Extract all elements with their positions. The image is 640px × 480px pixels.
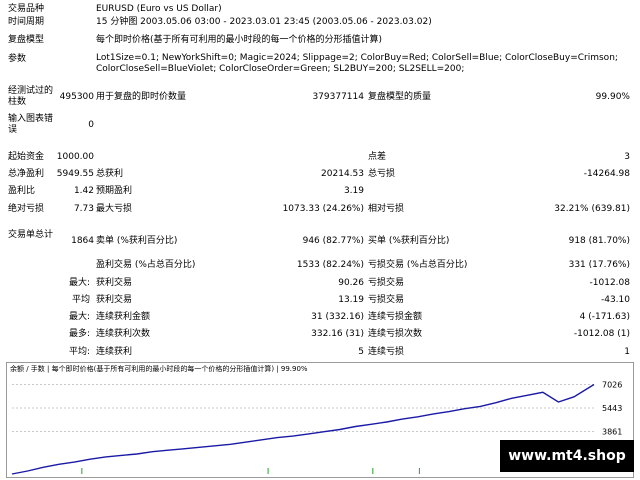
deposit-row: 起始资金 1000.00 点差 3 (0, 148, 640, 166)
profittrades-c3-value: 331 (17.76%) (568, 260, 630, 270)
deposit-label: 起始资金 (8, 152, 45, 162)
average-c3-value: -43.10 (600, 295, 630, 305)
largest-c2-value: 90.26 (338, 278, 364, 288)
maxconsamt-c3-label: 连续亏损次数 (368, 329, 423, 339)
netprofit-row: 总净盈利 5949.55 总获利 20214.53 总亏损 -14264.98 (0, 165, 640, 183)
maxcons-c2-value: 31 (332.16) (311, 312, 364, 322)
dd-label: 绝对亏损 (8, 204, 45, 214)
params-value: Lot1Size=0.1; NewYorkShift=0; Magic=2024… (96, 53, 618, 74)
period-label: 时间周期 (8, 17, 45, 27)
maxconsamt-c2-value: 332.16 (31) (311, 329, 364, 339)
average-c2-label: 获利交易 (96, 295, 133, 305)
params-row: 参数 Lot1Size=0.1; NewYorkShift=0; Magic=2… (0, 50, 640, 78)
period-row: 时间周期 15 分钟图 2003.05.06 03:00 - 2023.03.0… (0, 13, 640, 31)
deposit-value: 1000.00 (56, 152, 94, 162)
netprofit-c3-value: -14264.98 (583, 169, 630, 179)
maxcons-c2-label: 连续获利金额 (96, 312, 151, 322)
average-row: 平均 获利交易 13.19 亏损交易 -43.10 (0, 291, 640, 309)
avgcons-c3-value: 1 (624, 347, 630, 357)
bars-value: 495300 (59, 92, 94, 102)
pf-label: 盈利比 (8, 186, 36, 196)
pf-row: 盈利比 1.42 预期盈利 3.19 (0, 182, 640, 200)
maxconsamt-label: 最多: (68, 329, 90, 339)
profittrades-c2-value: 1533 (82.24%) (296, 260, 364, 270)
y-tick-label: 5443 (602, 404, 622, 413)
trades-c2-label: 卖单 (%获利百分比) (96, 236, 178, 246)
params-label: 参数 (8, 54, 27, 64)
bars-c2-label: 用于复盘的即时价数量 (96, 92, 187, 102)
profittrades-c3-label: 亏损交易 (%占总百分比) (368, 260, 468, 270)
average-c3-label: 亏损交易 (368, 295, 405, 305)
largest-c3-label: 亏损交易 (368, 278, 405, 288)
avgcons-label: 平均: (68, 347, 90, 357)
trades-c3-label: 买单 (%获利百分比) (368, 236, 450, 246)
maxcons-label: 最大: (68, 312, 90, 322)
deposit-c3-label: 点差 (368, 152, 387, 162)
netprofit-c3-label: 总亏损 (368, 169, 396, 179)
largest-c3-value: -1012.08 (589, 278, 630, 288)
netprofit-c2-value: 20214.53 (321, 169, 364, 179)
watermark: www.mt4.shop (500, 440, 634, 472)
trades-c2-value: 946 (82.77%) (302, 236, 364, 246)
trades-value: 1864 (71, 236, 94, 246)
profittrades-c2-label: 盈利交易 (%占总百分比) (96, 260, 196, 270)
y-tick-label: 3861 (602, 428, 622, 437)
trades-row: 交易单总计 1864 卖单 (%获利百分比) 946 (82.77%) 买单 (… (0, 228, 640, 254)
largest-row: 最大: 获利交易 90.26 亏损交易 -1012.08 (0, 274, 640, 292)
maxcons-c3-value: 4 (-171.63) (579, 312, 630, 322)
y-tick-label: 7026 (602, 381, 622, 390)
pf-value: 1.42 (73, 186, 94, 196)
avgcons-c2-value: 5 (358, 347, 364, 357)
dd-value: 7.73 (73, 204, 94, 214)
netprofit-label: 总净盈利 (8, 169, 45, 179)
bars-c3-value: 99.90% (595, 92, 630, 102)
maxconsamt-c2-label: 连续获利次数 (96, 329, 151, 339)
chart-title: 余额 / 手数 | 每个即时价格(基于所有可利用的最小时段的每一个价格的分形插值… (10, 364, 308, 373)
maxcons-c3-label: 连续亏损金额 (368, 312, 423, 322)
average-c2-value: 13.19 (338, 295, 364, 305)
dd-c3-label: 相对亏损 (368, 204, 405, 214)
netprofit-c2-label: 总获利 (96, 169, 124, 179)
model-value: 每个即时价格(基于所有可利用的最小时段的每一个价格的分形插值计算) (96, 35, 383, 45)
model-label: 复盘模型 (8, 35, 45, 45)
pf-c2-value: 3.19 (343, 186, 364, 196)
dd-c2-value: 1073.33 (24.26%) (282, 204, 364, 214)
maxcons-row: 最大: 连续获利金额 31 (332.16) 连续亏损金额 4 (-171.63… (0, 308, 640, 326)
bars-row: 经测试过的柱数 495300 用于复盘的即时价数量 379377114 复盘模型… (0, 84, 640, 110)
errors-row: 输入图表错误 0 (0, 112, 640, 138)
trades-c3-value: 918 (81.70%) (568, 236, 630, 246)
bars-c2-value: 379377114 (312, 92, 364, 102)
bars-c3-label: 复盘模型的质量 (368, 92, 432, 102)
dd-row: 绝对亏损 7.73 最大亏损 1073.33 (24.26%) 相对亏损 32.… (0, 200, 640, 218)
average-label: 平均 (71, 295, 90, 305)
pf-c2-label: 预期盈利 (96, 186, 133, 196)
largest-c2-label: 获利交易 (96, 278, 133, 288)
maxconsamt-c3-value: -1012.08 (1) (573, 329, 630, 339)
avgcons-c2-label: 连续获利 (96, 347, 133, 357)
dd-c3-value: 32.21% (639.81) (554, 204, 630, 214)
dd-c2-label: 最大亏损 (96, 204, 133, 214)
avgcons-row: 平均: 连续获利 5 连续亏损 1 (0, 343, 640, 361)
netprofit-value: 5949.55 (56, 169, 94, 179)
period-value: 15 分钟图 2003.05.06 03:00 - 2023.03.01 23:… (96, 17, 432, 27)
avgcons-c3-label: 连续亏损 (368, 347, 405, 357)
errors-value: 0 (88, 120, 94, 130)
maxconsamt-row: 最多: 连续获利次数 332.16 (31) 连续亏损次数 -1012.08 (… (0, 325, 640, 343)
profittrades-row: 盈利交易 (%占总百分比) 1533 (82.24%) 亏损交易 (%占总百分比… (0, 256, 640, 274)
model-row: 复盘模型 每个即时价格(基于所有可利用的最小时段的每一个价格的分形插值计算) (0, 31, 640, 49)
deposit-c3-value: 3 (624, 152, 630, 162)
largest-label: 最大: (68, 278, 90, 288)
